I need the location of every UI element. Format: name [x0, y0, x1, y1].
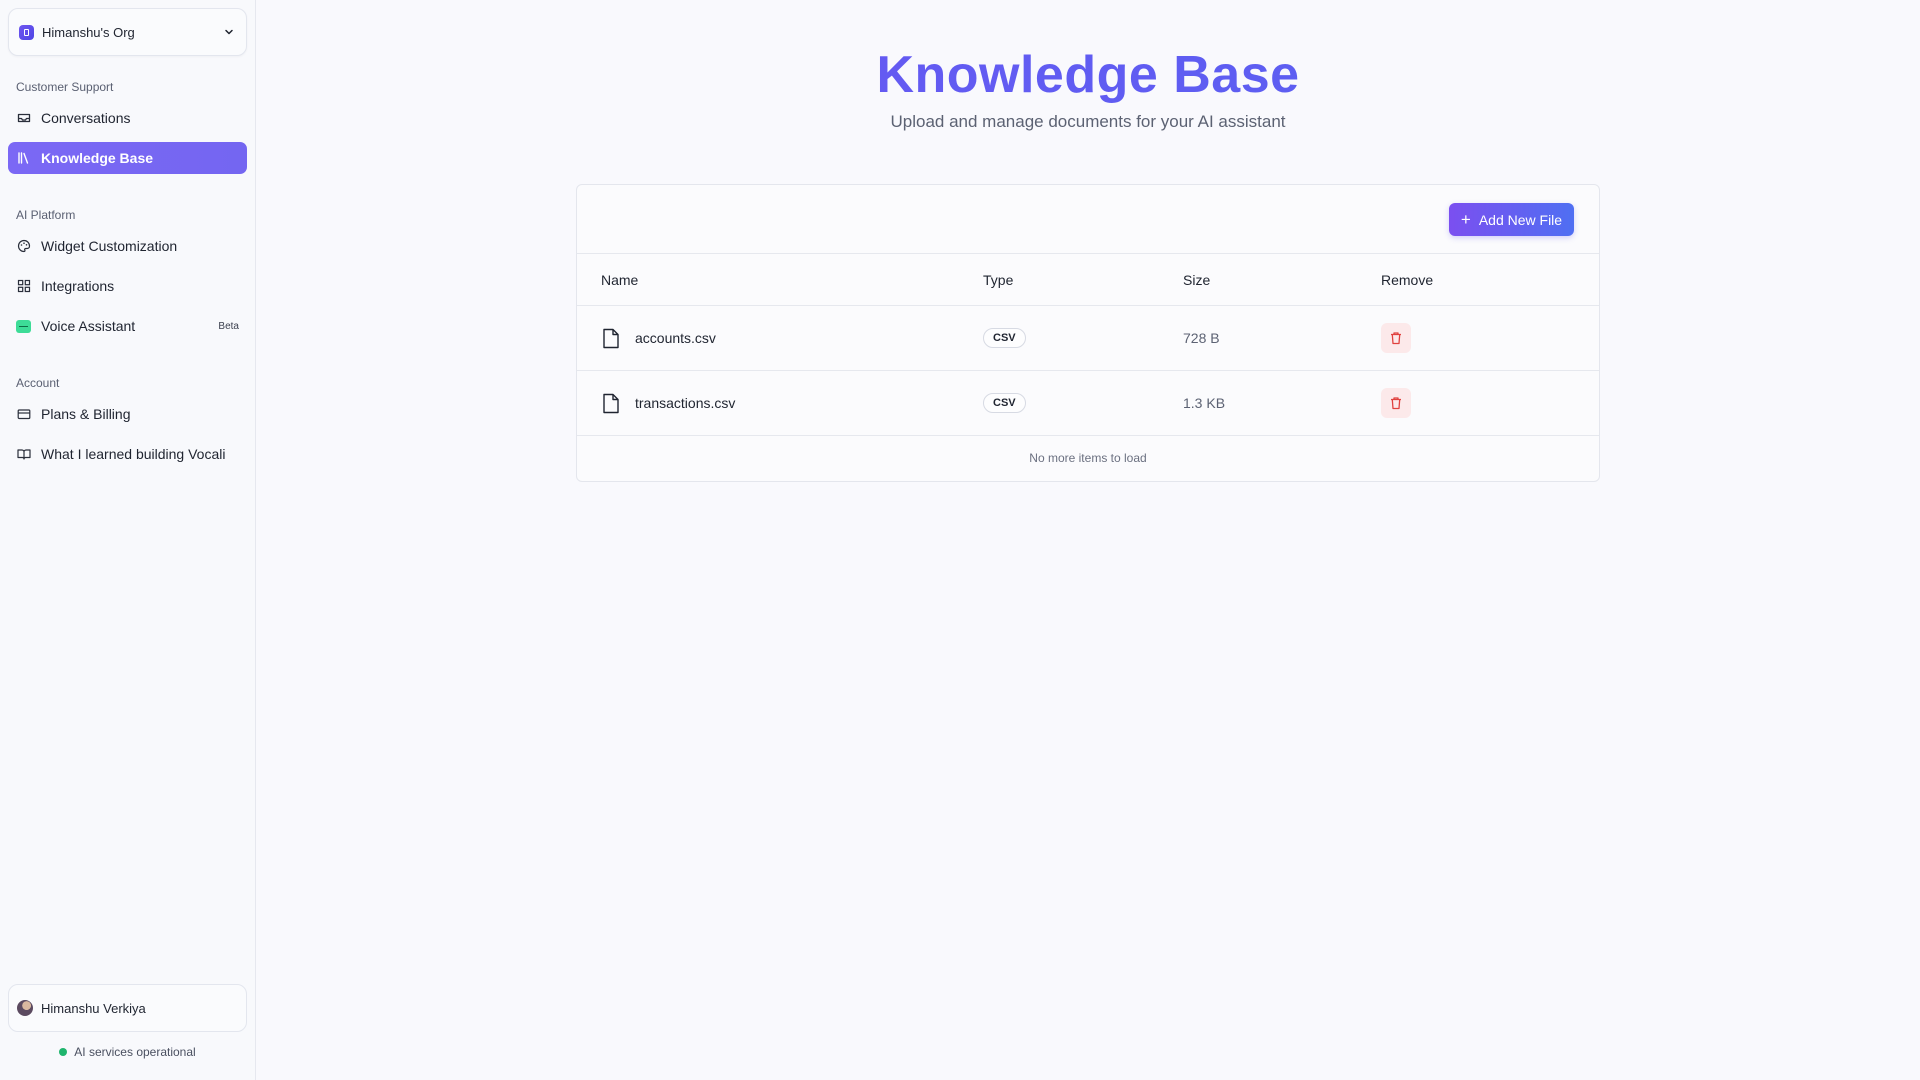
book-open-icon: [16, 447, 31, 462]
column-header-size: Size: [1183, 271, 1211, 288]
list-footer: No more items to load: [1029, 451, 1147, 465]
file-remove-cell: [1381, 388, 1599, 418]
main-content: Knowledge Base Upload and manage documen…: [256, 0, 1920, 1080]
user-menu[interactable]: Himanshu Verkiya: [8, 984, 247, 1032]
sidebar-item-knowledge-base[interactable]: Knowledge Base: [8, 142, 247, 174]
sidebar-item-voice-assistant[interactable]: Voice Assistant Beta: [8, 310, 247, 342]
inbox-icon: [16, 111, 31, 126]
sidebar-item-integrations[interactable]: Integrations: [8, 270, 247, 302]
file-icon: [601, 392, 621, 414]
credit-card-icon: [16, 407, 31, 422]
sidebar-item-what-i-learned[interactable]: What I learned building Vocali: [8, 438, 247, 470]
app-root: Himanshu's Org Customer Support Conversa…: [0, 0, 1920, 1080]
org-switcher[interactable]: Himanshu's Org: [8, 8, 247, 56]
service-status: AI services operational: [8, 1032, 247, 1072]
section-label-customer-support: Customer Support: [16, 80, 114, 94]
table-row: accounts.csv CSV 728 B: [577, 306, 1599, 371]
sidebar-item-label: Knowledge Base: [41, 150, 154, 166]
plus-icon: +: [1460, 210, 1471, 229]
section-label-ai-platform: AI Platform: [16, 208, 76, 222]
sidebar-item-label: Conversations: [41, 110, 131, 126]
trash-icon: [1391, 397, 1401, 410]
sidebar-item-conversations[interactable]: Conversations: [8, 102, 247, 134]
column-header-type: Type: [983, 271, 1014, 288]
delete-file-button[interactable]: [1381, 323, 1411, 353]
section-label-account: Account: [16, 376, 60, 390]
add-new-file-button[interactable]: + Add New File: [1449, 203, 1574, 236]
table-header: Name Type Size Remove: [577, 254, 1599, 306]
page-header: Knowledge Base Upload and manage documen…: [256, 44, 1920, 132]
sidebar-item-widget-customization[interactable]: Widget Customization: [8, 230, 247, 262]
beta-badge: Beta: [218, 320, 239, 332]
grid-icon: [16, 279, 31, 294]
file-size: 728 B: [1183, 330, 1220, 346]
page-title: Knowledge Base: [256, 44, 1920, 106]
palette-icon: [16, 239, 31, 254]
file-name-cell: accounts.csv: [577, 327, 983, 349]
file-type-badge: CSV: [983, 393, 1026, 413]
files-card: + Add New File Name Type Size Remove acc…: [576, 184, 1600, 482]
file-icon: [601, 327, 621, 349]
sidebar-item-label: Widget Customization: [41, 238, 178, 254]
sidebar-item-label: Plans & Billing: [41, 406, 131, 422]
org-name: Himanshu's Org: [42, 24, 135, 40]
file-size: 1.3 KB: [1183, 395, 1226, 411]
file-name: transactions.csv: [635, 395, 736, 411]
avatar: [17, 1000, 33, 1016]
status-text: AI services operational: [74, 1045, 196, 1059]
sidebar-item-label: Voice Assistant: [41, 318, 136, 334]
sidebar-item-plans-billing[interactable]: Plans & Billing: [8, 398, 247, 430]
library-icon: [16, 151, 31, 166]
page-subtitle: Upload and manage documents for your AI …: [890, 112, 1286, 131]
delete-file-button[interactable]: [1381, 388, 1411, 418]
file-name-cell: transactions.csv: [577, 392, 983, 414]
chevron-down-icon: [222, 25, 236, 39]
file-name: accounts.csv: [635, 330, 716, 346]
file-type-cell: CSV: [983, 393, 1183, 413]
card-toolbar: + Add New File: [577, 185, 1599, 254]
add-new-file-label: Add New File: [1478, 211, 1563, 228]
file-remove-cell: [1381, 323, 1599, 353]
table-row: transactions.csv CSV 1.3 KB: [577, 371, 1599, 436]
org-logo-icon: [19, 24, 34, 40]
user-name: Himanshu Verkiya: [41, 1000, 146, 1016]
file-type-cell: CSV: [983, 328, 1183, 348]
column-header-remove: Remove: [1381, 271, 1434, 288]
file-type-badge: CSV: [983, 328, 1026, 348]
column-header-name: Name: [601, 271, 639, 288]
sidebar-item-label: Integrations: [41, 278, 115, 294]
status-dot-icon: [59, 1048, 68, 1056]
trash-icon: [1391, 332, 1401, 345]
voice-waveform-icon: [16, 319, 31, 334]
sidebar-item-label: What I learned building Vocali: [41, 446, 226, 462]
sidebar: Himanshu's Org Customer Support Conversa…: [0, 0, 256, 1080]
